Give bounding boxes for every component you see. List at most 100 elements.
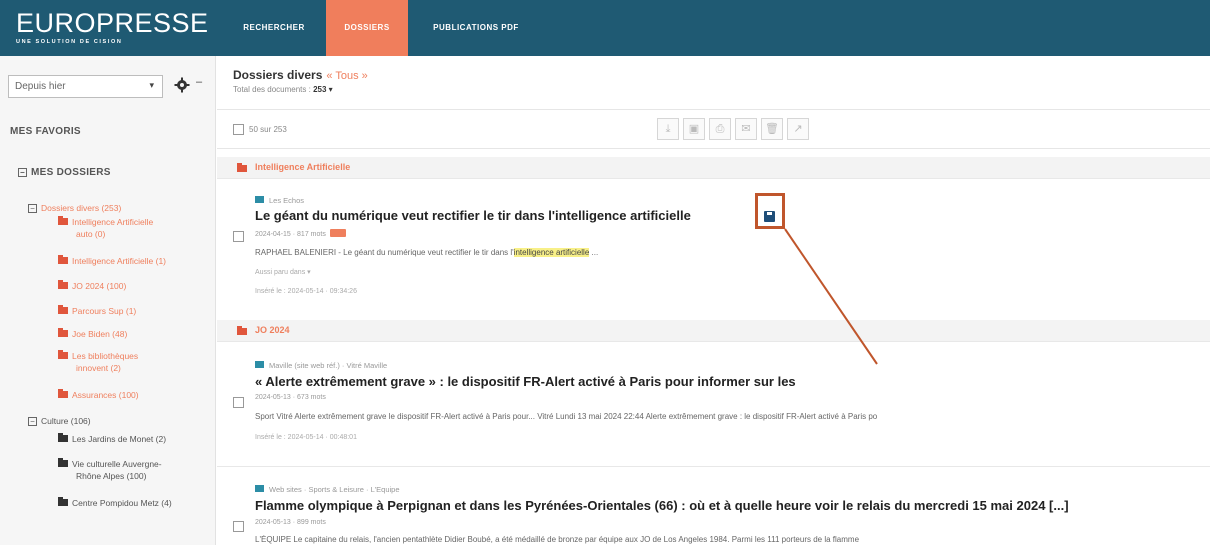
aussi-paru-dans-link[interactable]: Aussi paru dans ▾ bbox=[255, 268, 311, 276]
source-name: Les Echos bbox=[269, 196, 305, 205]
europresse-logo[interactable]: EUROPRESSE UNE SOLUTION DE CISION bbox=[16, 8, 209, 45]
article-checkbox[interactable] bbox=[233, 521, 244, 532]
period-select[interactable]: Depuis hier ▾ bbox=[8, 75, 163, 98]
tree-item-label-continued[interactable]: innovent (2) bbox=[76, 362, 121, 374]
folder-icon bbox=[58, 216, 68, 225]
article-item: Maville (site web réf.) · Vitré Maville … bbox=[217, 343, 1210, 463]
article-headline[interactable]: Le géant du numérique veut rectifier le … bbox=[255, 208, 691, 223]
tab-dossiers[interactable]: DOSSIERS bbox=[326, 0, 408, 56]
article-source: Maville (site web réf.) · Vitré Maville bbox=[255, 361, 387, 370]
folder-icon bbox=[58, 389, 68, 398]
tree-item-label: JO 2024 (100) bbox=[72, 281, 127, 291]
tree-item-intelligence-artificielle-auto[interactable]: Intelligence Artificielle bbox=[58, 216, 153, 228]
total-documents: Total des documents : 253 ▾ bbox=[233, 85, 333, 94]
folder-icon bbox=[237, 326, 247, 335]
tree-item-label: Dossiers divers (253) bbox=[41, 203, 122, 213]
article-checkbox[interactable] bbox=[233, 231, 244, 242]
tree-item-vie-culturelle[interactable]: Vie culturelle Auvergne- bbox=[58, 458, 162, 470]
article-item: Les Echos Le géant du numérique veut rec… bbox=[217, 180, 1210, 320]
article-headline[interactable]: Flamme olympique à Perpignan et dans les… bbox=[255, 498, 1069, 513]
tree-item-label: Les bibliothèques bbox=[72, 351, 139, 361]
tree-item-label: Intelligence Artificielle (1) bbox=[72, 256, 167, 266]
download-icon[interactable]: ⤓ bbox=[657, 118, 679, 140]
pdf-badge bbox=[329, 229, 346, 237]
collapse-icon[interactable]: − bbox=[18, 168, 27, 177]
tree-item-jardins-de-monet[interactable]: Les Jardins de Monet (2) bbox=[58, 433, 166, 445]
gear-icon[interactable] bbox=[174, 77, 190, 93]
mes-dossiers-heading[interactable]: − MES DOSSIERS bbox=[18, 167, 111, 178]
source-icon bbox=[255, 485, 264, 492]
source-icon bbox=[255, 361, 264, 368]
share-icon[interactable]: ↗ bbox=[787, 118, 809, 140]
tree-item-label: Vie culturelle Auvergne- bbox=[72, 459, 162, 469]
article-snippet: Sport Vitré Alerte extrêmement grave le … bbox=[255, 412, 878, 421]
source-name: Web sites · Sports & Leisure · L'Equipe bbox=[269, 485, 400, 494]
folder-icon bbox=[58, 350, 68, 359]
collapse-icon[interactable]: − bbox=[28, 204, 37, 213]
tree-item-label: Culture (106) bbox=[41, 416, 91, 426]
folder-icon bbox=[58, 305, 68, 314]
total-value-dropdown[interactable]: 253 ▾ bbox=[313, 85, 333, 94]
tree-item-label-continued[interactable]: auto (0) bbox=[76, 228, 105, 240]
folder-icon bbox=[58, 280, 68, 289]
results-toolbar: 50 sur 253 ⤓ ▣ ⎙ ✉ 🗑 ↗ bbox=[217, 109, 1210, 149]
section-header: JO 2024 bbox=[217, 320, 1210, 342]
collapse-icon[interactable]: − bbox=[28, 417, 37, 426]
tree-item-label: Les Jardins de Monet (2) bbox=[72, 434, 167, 444]
top-navigation-bar: EUROPRESSE UNE SOLUTION DE CISION RECHER… bbox=[0, 0, 1210, 56]
snippet-text: RAPHAEL BALENIERI - Le géant du numériqu… bbox=[255, 248, 514, 257]
folder-icon bbox=[58, 458, 68, 467]
tree-item-intelligence-artificielle[interactable]: Intelligence Artificielle (1) bbox=[58, 255, 166, 267]
section-label[interactable]: JO 2024 bbox=[255, 325, 290, 335]
tree-item-label: Joe Biden (48) bbox=[72, 329, 128, 339]
article-source: Web sites · Sports & Leisure · L'Equipe bbox=[255, 485, 400, 494]
main-content: Dossiers divers « Tous » Total des docume… bbox=[217, 56, 1210, 545]
article-meta: 2024-05-13 · 673 mots bbox=[255, 394, 326, 401]
article-item: Web sites · Sports & Leisure · L'Equipe … bbox=[217, 474, 1210, 545]
period-select-value: Depuis hier bbox=[15, 81, 66, 92]
dossier-name: Dossiers divers bbox=[233, 68, 323, 82]
tab-publications-pdf[interactable]: PUBLICATIONS PDF bbox=[414, 0, 538, 56]
meta-text: 2024-04-15 · 817 mots bbox=[255, 231, 326, 238]
folder-icon bbox=[58, 497, 68, 506]
tree-item-assurances[interactable]: Assurances (100) bbox=[58, 389, 139, 401]
tree-item-dossiers-divers[interactable]: − Dossiers divers (253) bbox=[28, 202, 121, 214]
tree-item-centre-pompidou[interactable]: Centre Pompidou Metz (4) bbox=[58, 497, 172, 509]
folder-icon bbox=[58, 433, 68, 442]
logo-text: EUROPRESSE bbox=[16, 8, 209, 38]
toolbar-actions: ⤓ ▣ ⎙ ✉ 🗑 ↗ bbox=[657, 118, 813, 144]
tree-item-joe-biden[interactable]: Joe Biden (48) bbox=[58, 328, 127, 340]
tab-rechercher[interactable]: RECHERCHER bbox=[222, 0, 326, 56]
tree-item-les-bibliotheques[interactable]: Les bibliothèques bbox=[58, 350, 138, 362]
save-article-icon[interactable] bbox=[764, 211, 775, 222]
source-name: Maville (site web réf.) · Vitré Maville bbox=[269, 361, 388, 370]
article-snippet: RAPHAEL BALENIERI - Le géant du numériqu… bbox=[255, 248, 1155, 257]
logo-tagline: UNE SOLUTION DE CISION bbox=[16, 39, 123, 45]
tree-item-culture[interactable]: − Culture (106) bbox=[28, 415, 91, 427]
tree-item-parcours-sup[interactable]: Parcours Sup (1) bbox=[58, 305, 136, 317]
article-checkbox[interactable] bbox=[233, 397, 244, 408]
settings-dropdown-caret[interactable]: – bbox=[196, 76, 202, 88]
section-header: Intelligence Artificielle bbox=[217, 157, 1210, 179]
folder-icon bbox=[237, 163, 247, 172]
save-icon[interactable]: ▣ bbox=[683, 118, 705, 140]
inserted-date: Inséré le : 2024-05-14 · 00:48:01 bbox=[255, 434, 357, 441]
folder-icon bbox=[58, 255, 68, 264]
folder-icon bbox=[58, 328, 68, 337]
print-icon[interactable]: ⎙ bbox=[709, 118, 731, 140]
source-icon bbox=[255, 196, 264, 203]
sidebar: Depuis hier ▾ – MES FAVORIS − MES DOSSIER… bbox=[0, 56, 216, 545]
mes-favoris-heading[interactable]: MES FAVORIS bbox=[10, 126, 81, 137]
section-label[interactable]: Intelligence Artificielle bbox=[255, 162, 350, 172]
select-all-checkbox[interactable] bbox=[233, 124, 244, 135]
article-headline[interactable]: « Alerte extrêmement grave » : le dispos… bbox=[255, 374, 796, 389]
article-meta: 2024-04-15 · 817 mots bbox=[255, 229, 346, 238]
chevron-down-icon: ▾ bbox=[149, 80, 154, 90]
total-label: Total des documents : bbox=[233, 85, 311, 94]
tree-item-jo-2024[interactable]: JO 2024 (100) bbox=[58, 280, 126, 292]
tous-filter-link[interactable]: « Tous » bbox=[326, 70, 367, 82]
trash-icon[interactable]: 🗑 bbox=[761, 118, 783, 140]
tree-item-label-continued[interactable]: Rhône Alpes (100) bbox=[76, 470, 146, 482]
inserted-date: Inséré le : 2024-05-14 · 09:34:26 bbox=[255, 288, 357, 295]
email-icon[interactable]: ✉ bbox=[735, 118, 757, 140]
